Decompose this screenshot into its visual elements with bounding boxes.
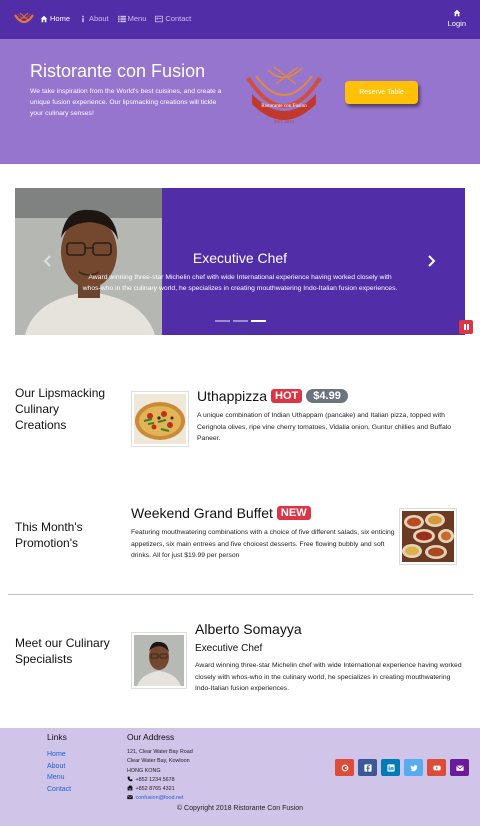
address-line-3: HONG KONG (127, 767, 161, 774)
dish-title: Uthappizza HOT $4.99 (197, 388, 348, 404)
carousel-indicators (215, 320, 266, 322)
nav-contact[interactable]: Contact (155, 14, 191, 23)
hot-badge: HOT (271, 389, 303, 403)
footer-address-heading: Our Address (127, 732, 175, 742)
twitter-button[interactable] (404, 759, 423, 776)
carousel-pause-button[interactable] (459, 320, 473, 334)
carousel: Executive Chef Award winning three-star … (15, 188, 465, 335)
promotion-section-heading: This Month's Promotion's (15, 520, 83, 551)
info-icon (82, 15, 84, 22)
google-plus-button[interactable] (335, 759, 354, 776)
footer-link-contact[interactable]: Contact (47, 784, 71, 796)
google-plus-icon (341, 764, 348, 771)
carousel-indicator-3[interactable] (251, 320, 266, 322)
fax-number: +852 8765 4321 (135, 786, 175, 793)
reserve-table-button[interactable]: Reserve Table (345, 81, 418, 104)
carousel-prev-icon[interactable] (42, 254, 54, 268)
address-card-icon (155, 15, 164, 22)
logo-established: EST. 2013 (274, 119, 294, 124)
phone-row: +852 1234 5678 (127, 776, 193, 785)
nav-contact-label: Contact (165, 14, 192, 23)
mail-icon (455, 764, 464, 771)
youtube-button[interactable] (427, 759, 446, 776)
footer-links: Home About Menu Contact (47, 749, 71, 795)
linkedin-button[interactable] (381, 759, 400, 776)
restaurant-logo: Ristorante con Fusion EST. 2013 (246, 66, 322, 124)
fax-icon (127, 785, 133, 791)
nav-menu: Home About Menu Contact (40, 14, 191, 23)
nav-home[interactable]: Home (40, 14, 70, 23)
section-divider (8, 594, 473, 595)
carousel-indicator-2[interactable] (233, 320, 248, 322)
nav-about-label: About (89, 14, 109, 23)
nav-menu-link[interactable]: Menu (117, 14, 147, 23)
footer-link-about[interactable]: About (47, 761, 71, 773)
youtube-icon (432, 765, 441, 770)
facebook-icon (363, 763, 372, 772)
promotion-description: Featuring mouthwatering combinations wit… (131, 529, 395, 560)
phone-icon (127, 776, 133, 782)
login-button[interactable]: Login (448, 9, 466, 28)
jumbotron: Ristorante con Fusion We take inspiratio… (0, 39, 480, 164)
jumbotron-text: We take inspiration from the World's bes… (30, 88, 222, 117)
address-line-1: 121, Clear Water Bay Road (127, 749, 193, 755)
social-buttons (335, 759, 469, 776)
price-badge: $4.99 (306, 389, 348, 403)
navbar: Home About Menu Contact Login (0, 0, 480, 39)
buffet-image (402, 511, 454, 562)
linkedin-icon (386, 763, 395, 772)
dish-name: Uthappizza (197, 388, 268, 404)
nav-home-label: Home (50, 14, 71, 23)
email-link[interactable]: confusion@food.net (136, 795, 184, 801)
leader-description: Award winning three-star Michelin chef w… (195, 662, 462, 693)
leader-designation: Executive Chef (195, 643, 263, 654)
footer-link-menu[interactable]: Menu (47, 772, 71, 784)
email-row: confusion@food.net (127, 794, 193, 803)
carousel-indicator-1[interactable] (215, 320, 230, 322)
nav-menu-label: Menu (127, 14, 147, 23)
home-icon (40, 15, 48, 22)
new-badge: NEW (276, 506, 311, 520)
footer-link-home[interactable]: Home (47, 749, 71, 761)
carousel-next-icon[interactable] (425, 254, 437, 268)
leader-thumbnail[interactable] (131, 632, 187, 689)
leaders-section-heading: Meet our Culinary Specialists (15, 636, 110, 667)
facebook-button[interactable] (358, 759, 377, 776)
footer-links-heading: Links (47, 732, 67, 742)
nav-about[interactable]: About (79, 14, 109, 23)
copyright: © Copyright 2018 Ristorante Con Fusion (176, 805, 304, 812)
carousel-caption-text: Award winning three-star Michelin chef w… (82, 274, 398, 292)
address-line-2: Clear Water Bay, Kowloon (127, 758, 190, 765)
promotion-name: Weekend Grand Buffet (131, 505, 273, 521)
promotion-title: Weekend Grand Buffet NEW (131, 505, 311, 521)
logo-text: Ristorante con Fusion (261, 103, 307, 109)
brand-logo[interactable] (14, 11, 34, 27)
phone-number: +852 1234 5678 (135, 776, 175, 783)
leader-name: Alberto Somayya (195, 621, 302, 637)
login-icon (453, 9, 461, 17)
carousel-caption-title: Executive Chef (192, 250, 288, 266)
fax-row: +852 8765 4321 (127, 785, 193, 794)
list-icon (117, 15, 126, 22)
login-label: Login (447, 19, 466, 28)
promotion-thumbnail[interactable] (399, 508, 457, 565)
jumbotron-title: Ristorante con Fusion (30, 61, 206, 81)
uthappizza-image (134, 394, 186, 444)
mail-button[interactable] (450, 759, 469, 776)
twitter-icon (409, 764, 418, 771)
dish-thumbnail[interactable] (131, 391, 189, 447)
leader-name-text: Alberto Somayya (195, 621, 302, 637)
dish-description: A unique combination of Indian Uthappam … (197, 412, 452, 443)
dish-section-heading: Our Lipsmacking Culinary Creations (15, 386, 106, 433)
footer: Links Home About Menu Contact Our Addres… (0, 728, 480, 826)
envelope-icon (127, 795, 133, 800)
footer-address: 121, Clear Water Bay Road Clear Water Ba… (127, 748, 193, 804)
leader-photo (134, 635, 184, 686)
